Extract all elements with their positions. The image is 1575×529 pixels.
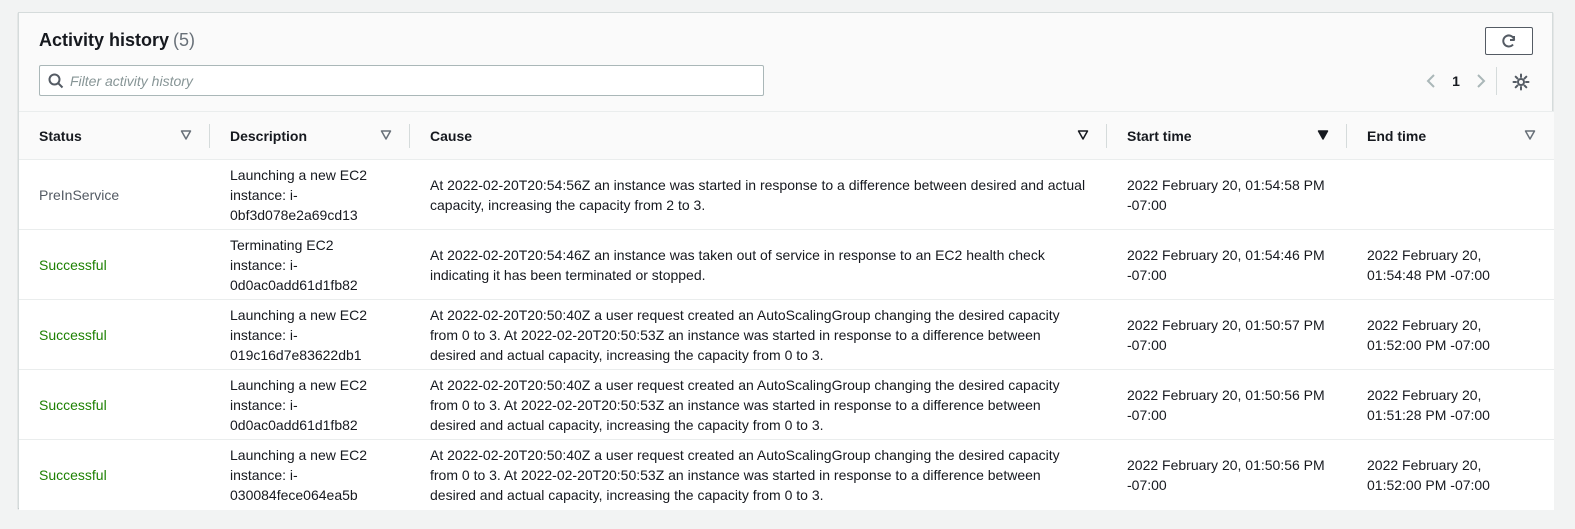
sort-icon[interactable] xyxy=(180,129,192,141)
settings-gear-icon xyxy=(1512,73,1530,91)
description-cell: Launching a new EC2 instance: i-019c16d7… xyxy=(210,299,410,370)
description-cell: Launching a new EC2 instance: i-0bf3d078… xyxy=(210,159,410,230)
sort-icon[interactable] xyxy=(1524,129,1536,141)
sort-icon[interactable] xyxy=(380,129,392,141)
search-icon xyxy=(42,66,70,95)
column-label: Start time xyxy=(1127,127,1192,144)
column-header-status[interactable]: Status xyxy=(19,111,210,160)
end-time-cell: 2022 February 20, 01:52:00 PM -07:00 xyxy=(1367,456,1490,493)
table-header-row: Status Description Cause Start time End … xyxy=(19,111,1554,160)
status-cell: Successful xyxy=(19,229,210,300)
filter-search-box[interactable] xyxy=(39,65,764,96)
cause-cell: At 2022-02-20T20:54:46Z an instance was … xyxy=(410,229,1107,300)
column-header-start-time[interactable]: Start time xyxy=(1107,111,1347,160)
cause-cell: At 2022-02-20T20:50:40Z a user request c… xyxy=(410,369,1107,440)
panel-title: Activity history (5) xyxy=(39,30,195,51)
activity-table: Status Description Cause Start time End … xyxy=(19,111,1554,510)
status-cell: Successful xyxy=(39,466,107,483)
cause-cell: At 2022-02-20T20:54:56Z an instance was … xyxy=(410,159,1107,230)
current-page-number[interactable]: 1 xyxy=(1446,73,1466,89)
cause-cell: At 2022-02-20T20:50:40Z a user request c… xyxy=(410,299,1107,370)
panel-header: Activity history(5) 1 xyxy=(19,13,1552,111)
table-row: Successful Terminating EC2 instance: i-0… xyxy=(19,229,1554,300)
next-page-button[interactable] xyxy=(1466,69,1496,93)
end-time-cell: 2022 February 20, 01:51:28 PM -07:00 xyxy=(1347,369,1554,440)
column-label: Description xyxy=(230,127,308,144)
start-time-cell: 2022 February 20, 01:54:46 PM -07:00 xyxy=(1107,229,1347,300)
column-label: Status xyxy=(39,127,82,144)
pagination: 1 xyxy=(1416,69,1496,93)
panel-title-text: Activity history xyxy=(39,30,170,50)
activity-history-panel: Activity history(5) 1 xyxy=(18,12,1554,510)
end-time-cell: 2022 February 20, 01:54:48 PM -07:00 xyxy=(1347,229,1554,300)
description-cell: Terminating EC2 instance: i-0d0ac0add61d… xyxy=(210,229,410,300)
column-header-cause[interactable]: Cause xyxy=(410,111,1107,160)
table-row: PreInService Launching a new EC2 instanc… xyxy=(19,159,1554,230)
start-time-cell: 2022 February 20, 01:50:57 PM -07:00 xyxy=(1107,299,1347,370)
refresh-icon xyxy=(1502,34,1516,48)
cause-cell: At 2022-02-20T20:50:40Z a user request c… xyxy=(430,446,1060,503)
table-row: Successful Launching a new EC2 instance:… xyxy=(19,299,1554,370)
chevron-left-icon xyxy=(1426,74,1435,88)
description-cell: Launching a new EC2 instance: i-030084fe… xyxy=(230,446,367,503)
start-time-cell: 2022 February 20, 01:54:58 PM -07:00 xyxy=(1107,159,1347,230)
filter-activity-input[interactable] xyxy=(70,72,750,89)
chevron-right-icon xyxy=(1477,74,1486,88)
pager-divider xyxy=(1496,67,1497,95)
end-time-cell xyxy=(1347,159,1554,230)
description-cell: Launching a new EC2 instance: i-0d0ac0ad… xyxy=(210,369,410,440)
previous-page-button[interactable] xyxy=(1416,69,1446,93)
status-cell: PreInService xyxy=(19,159,210,230)
sort-icon[interactable] xyxy=(1077,129,1089,141)
column-header-end-time[interactable]: End time xyxy=(1347,111,1554,160)
preferences-button[interactable] xyxy=(1510,71,1532,93)
column-header-description[interactable]: Description xyxy=(210,111,410,160)
activity-count: (5) xyxy=(173,30,196,50)
column-label: End time xyxy=(1367,127,1427,144)
table-row: Successful Launching a new EC2 instance:… xyxy=(19,440,1554,510)
start-time-cell: 2022 February 20, 01:50:56 PM -07:00 xyxy=(1127,456,1325,493)
table-row: Successful Launching a new EC2 instance:… xyxy=(19,369,1554,440)
status-cell: Successful xyxy=(19,299,210,370)
status-cell: Successful xyxy=(19,369,210,440)
refresh-button[interactable] xyxy=(1485,27,1533,55)
sort-descending-icon[interactable] xyxy=(1317,129,1329,141)
column-label: Cause xyxy=(430,127,473,144)
end-time-cell: 2022 February 20, 01:52:00 PM -07:00 xyxy=(1347,299,1554,370)
start-time-cell: 2022 February 20, 01:50:56 PM -07:00 xyxy=(1107,369,1347,440)
